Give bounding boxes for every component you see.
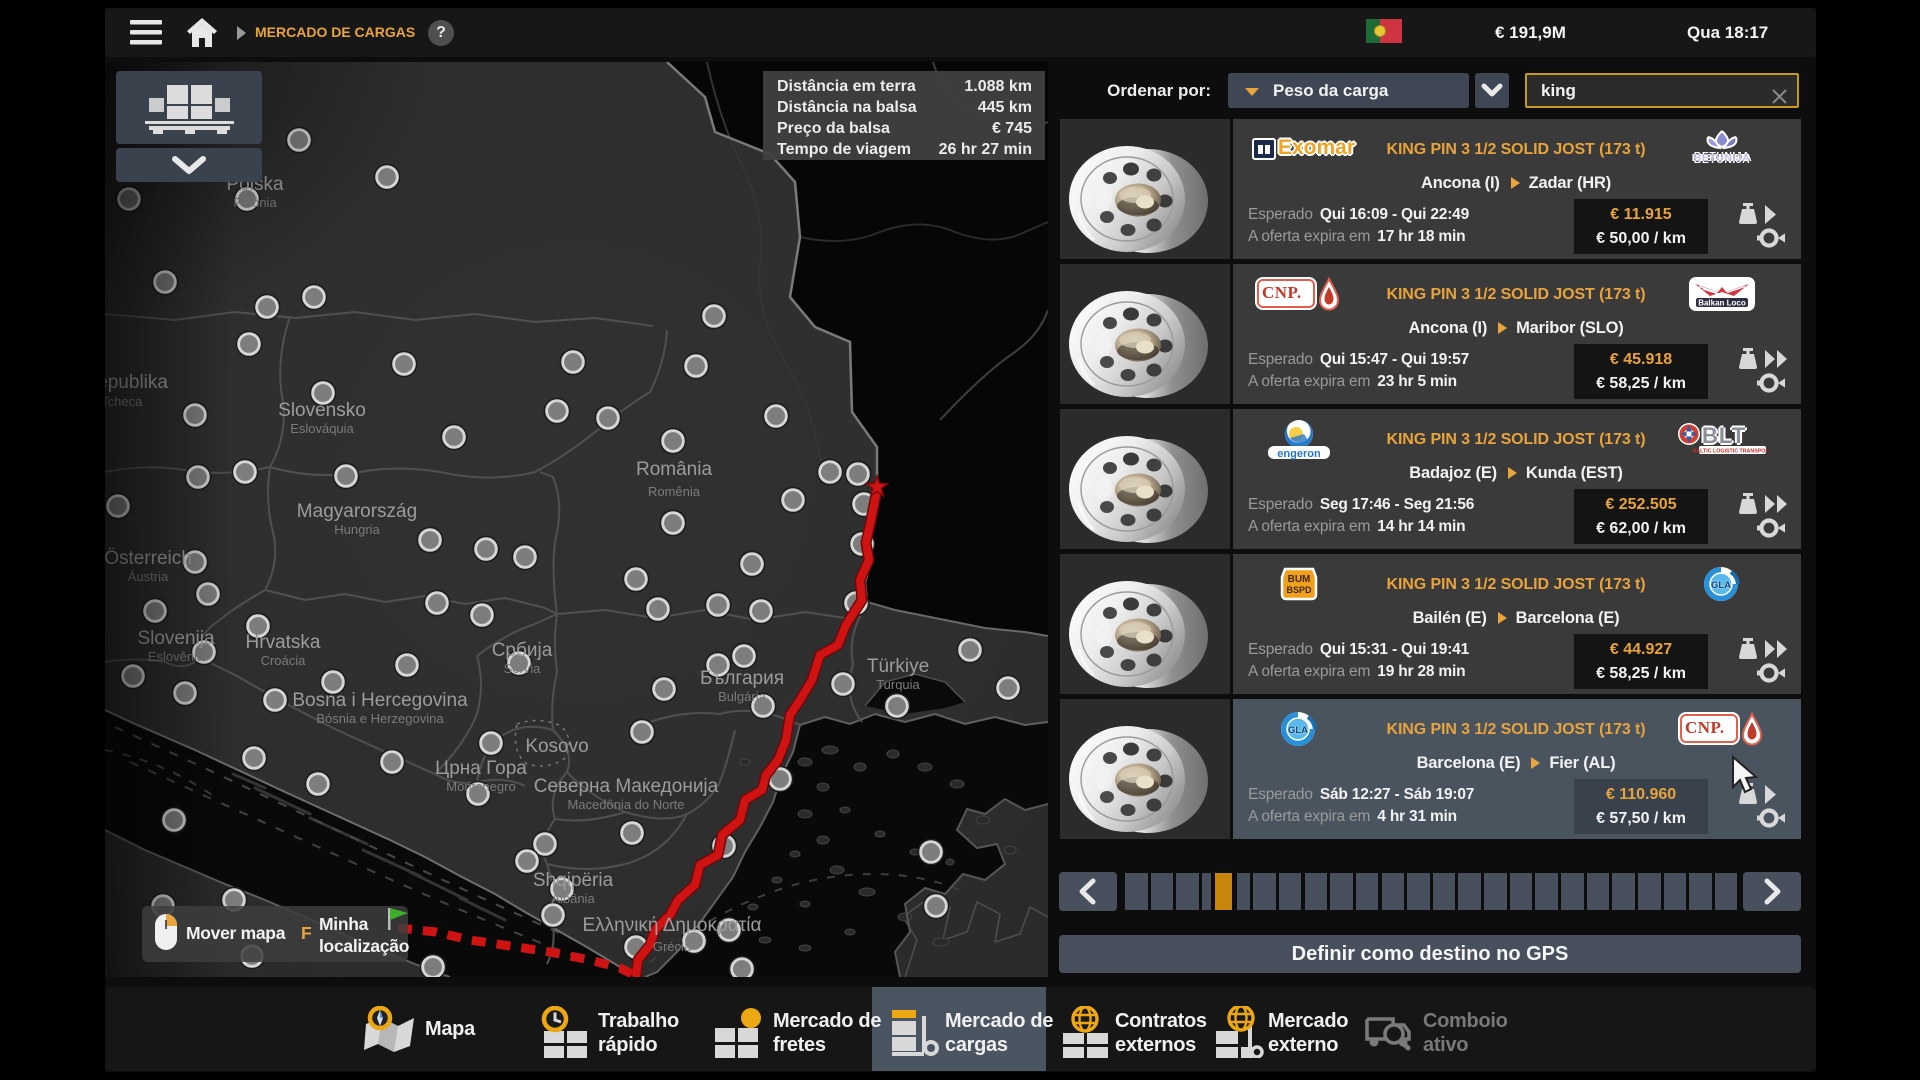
svg-text:Tempo de viagem: Tempo de viagem: [777, 141, 911, 158]
svg-text:Balkan Loco: Balkan Loco: [1698, 299, 1746, 308]
svg-text:Kosovo: Kosovo: [525, 736, 588, 757]
svg-text:Montenegro: Montenegro: [446, 779, 515, 794]
svg-text:Distância na balsa: Distância na balsa: [777, 99, 917, 116]
svg-text:Romênia: Romênia: [648, 484, 701, 499]
svg-text:România: România: [636, 459, 712, 480]
svg-text:Србија: Србија: [492, 640, 553, 661]
svg-text:1.088 km: 1.088 km: [964, 78, 1032, 95]
svg-text:Црна Гора: Црна Гора: [435, 758, 527, 779]
svg-text:GLA: GLA: [1711, 580, 1731, 591]
svg-text:Croácia: Croácia: [261, 653, 307, 668]
svg-text:Türkiye: Türkiye: [867, 656, 929, 677]
svg-text:Bulgária: Bulgária: [718, 689, 766, 704]
svg-text:България: България: [700, 668, 784, 689]
svg-text:BETUNIJA: BETUNIJA: [1694, 152, 1751, 164]
svg-text:€ 745: € 745: [992, 120, 1032, 137]
svg-text:Minha: Minha: [319, 914, 369, 934]
svg-text:Magyarország: Magyarország: [297, 501, 417, 522]
svg-text:Sérvia: Sérvia: [504, 661, 542, 676]
svg-text:26 hr 27 min: 26 hr 27 min: [939, 141, 1032, 158]
svg-text:engeron: engeron: [1277, 448, 1321, 460]
svg-text:Bosna i Hercegovina: Bosna i Hercegovina: [292, 690, 468, 711]
svg-text:Turquia: Turquia: [876, 677, 920, 692]
svg-text:445 km: 445 km: [978, 99, 1032, 116]
svg-text:localização: localização: [319, 936, 409, 956]
svg-text:Mover mapa: Mover mapa: [186, 923, 286, 943]
svg-text:Bósnia e Herzegovina: Bósnia e Herzegovina: [316, 711, 444, 726]
svg-text:Grécia: Grécia: [653, 939, 692, 954]
svg-text:Shqipëria: Shqipëria: [533, 870, 614, 891]
svg-text:Hrvatska: Hrvatska: [246, 632, 321, 653]
svg-text:Distância em terra: Distância em terra: [777, 78, 916, 95]
svg-text:F: F: [301, 923, 312, 943]
svg-text:Slovensko: Slovensko: [278, 400, 366, 421]
svg-text:BLT: BLT: [1702, 423, 1746, 448]
svg-text:Eslováquia: Eslováquia: [290, 421, 354, 436]
svg-text:Macedônia do Norte: Macedônia do Norte: [567, 797, 684, 812]
svg-text:Ελληνική Δημοκρατία: Ελληνική Δημοκρατία: [582, 915, 761, 936]
svg-text:BALTIC LOGISTIC TRANSPORT: BALTIC LOGISTIC TRANSPORT: [1693, 448, 1767, 454]
svg-text:Северна Македонија: Северна Македонија: [534, 776, 719, 797]
svg-text:Preço da balsa: Preço da balsa: [777, 120, 890, 137]
svg-text:Albânia: Albânia: [551, 891, 595, 906]
svg-text:Hungria: Hungria: [334, 522, 380, 537]
